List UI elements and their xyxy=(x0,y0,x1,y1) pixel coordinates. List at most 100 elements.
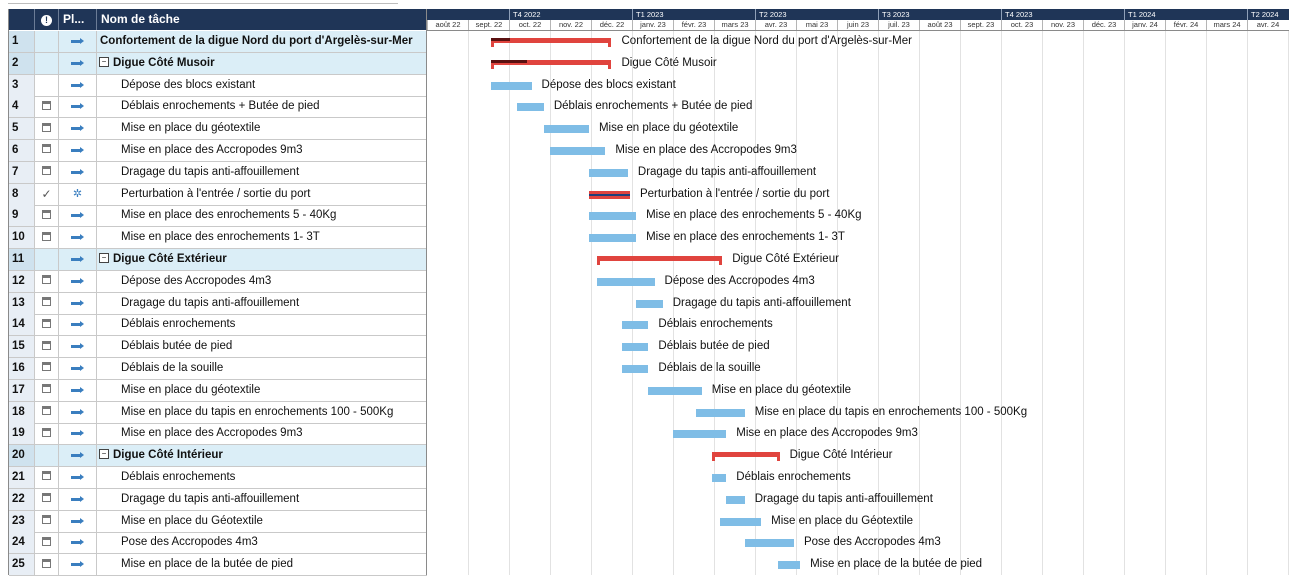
row-task-name[interactable]: Mise en place des enrochements 5 - 40Kg xyxy=(97,205,427,227)
bar-label: Mise en place des Accropodes 9m3 xyxy=(615,144,797,156)
task-bar[interactable] xyxy=(588,168,628,177)
row-task-name[interactable]: Perturbation à l'entrée / sortie du port xyxy=(97,183,427,205)
row-task-name[interactable]: Mise en place du géotextile xyxy=(97,379,427,401)
row-task-name[interactable]: Dragage du tapis anti-affouillement xyxy=(97,488,427,510)
task-bar[interactable] xyxy=(636,299,663,308)
table-row[interactable]: 9 Mise en place des enrochements 5 - 40Kg xyxy=(9,205,427,228)
row-task-name[interactable]: Déblais de la souille xyxy=(97,358,427,379)
table-row[interactable]: 22 Dragage du tapis anti-affouillement xyxy=(9,488,427,511)
row-task-name[interactable]: − Digue Côté Extérieur xyxy=(97,249,427,270)
row-task-name[interactable]: Mise en place des Accropodes 9m3 xyxy=(97,423,427,445)
summary-bar[interactable] xyxy=(490,59,612,69)
task-bar[interactable] xyxy=(777,561,801,570)
table-row[interactable]: 3 Dépose des blocs existant xyxy=(9,74,427,97)
month-label: déc. 22 xyxy=(591,20,632,30)
row-task-name[interactable]: Mise en place du Géotextile xyxy=(97,510,427,532)
auto-schedule-icon xyxy=(70,277,85,285)
collapse-icon[interactable]: − xyxy=(99,56,109,67)
table-row[interactable]: 18 Mise en place du tapis en enrochements… xyxy=(9,401,427,424)
table-row[interactable]: 8 ✓ ✲ Perturbation à l'entrée / sortie du p… xyxy=(9,183,427,206)
calendar-icon xyxy=(42,427,51,437)
row-indicator xyxy=(35,554,59,576)
task-bar[interactable] xyxy=(490,81,532,90)
header-task-name[interactable]: Nom de tâche xyxy=(97,9,427,30)
table-row[interactable]: 19 Mise en place des Accropodes 9m3 xyxy=(9,423,427,446)
collapse-icon[interactable]: − xyxy=(99,252,109,263)
table-row[interactable]: 5 Mise en place du géotextile xyxy=(9,118,427,141)
table-row[interactable]: 7 Dragage du tapis anti-affouillement xyxy=(9,161,427,184)
calendar-icon xyxy=(42,515,51,525)
row-id: 9 xyxy=(9,205,35,227)
task-bar[interactable] xyxy=(648,386,702,395)
row-task-name[interactable]: − Digue Côté Musoir xyxy=(97,52,427,74)
summary-bar[interactable] xyxy=(597,256,723,265)
row-task-name[interactable]: Mise en place du géotextile xyxy=(97,118,427,140)
header-id[interactable] xyxy=(9,9,35,30)
month-label: févr. 23 xyxy=(673,20,714,30)
calendar-icon xyxy=(42,166,51,176)
summary-bar[interactable] xyxy=(711,452,780,462)
table-row[interactable]: 24 Pose des Accropodes 4m3 xyxy=(9,532,427,555)
row-task-name[interactable]: Déblais enrochements xyxy=(97,314,427,336)
table-row[interactable]: 21 Déblais enrochements xyxy=(9,467,427,489)
table-row[interactable]: 25 Mise en place de la butée de pied xyxy=(9,554,427,576)
task-bar[interactable] xyxy=(621,321,649,330)
month-label: avr. 24 xyxy=(1247,20,1288,30)
row-task-name[interactable]: Dépose des Accropodes 4m3 xyxy=(97,270,427,292)
header-indicators[interactable]: ! xyxy=(35,9,59,30)
table-row[interactable]: 1 Confortement de la digue Nord du port d… xyxy=(9,31,427,53)
task-name-text: Déblais butée de pied xyxy=(121,340,233,353)
task-bar[interactable] xyxy=(695,408,745,417)
table-row[interactable]: 6 Mise en place des Accropodes 9m3 xyxy=(9,140,427,162)
task-bar[interactable] xyxy=(550,147,606,155)
perturbation-bar[interactable] xyxy=(588,190,630,199)
task-bar[interactable] xyxy=(621,343,649,352)
header-task-mode[interactable]: Pl... xyxy=(59,9,97,30)
table-row[interactable]: 13 Dragage du tapis anti-affouillement xyxy=(9,292,427,315)
row-task-name[interactable]: Dragage du tapis anti-affouillement xyxy=(97,292,427,314)
row-indicator xyxy=(35,74,59,96)
row-task-name[interactable]: Déblais enrochements xyxy=(97,467,427,488)
summary-bar[interactable] xyxy=(490,38,612,47)
task-bar[interactable] xyxy=(711,474,727,482)
task-bar[interactable] xyxy=(588,212,637,221)
table-row[interactable]: 14 Déblais enrochements xyxy=(9,314,427,337)
table-row[interactable]: 17 Mise en place du géotextile xyxy=(9,379,427,402)
table-row[interactable]: 23 Mise en place du Géotextile xyxy=(9,510,427,533)
row-task-name[interactable]: Mise en place de la butée de pied xyxy=(97,554,427,576)
row-task-name[interactable]: Déblais butée de pied xyxy=(97,336,427,358)
row-task-name[interactable]: Mise en place des enrochements 1- 3T xyxy=(97,227,427,249)
collapse-icon[interactable]: − xyxy=(99,449,109,460)
quarter-label: T3 2023 xyxy=(878,9,1001,20)
row-task-name[interactable]: Confortement de la digue Nord du port d'… xyxy=(97,31,427,52)
table-row[interactable]: 16 Déblais de la souille xyxy=(9,358,427,380)
task-bar[interactable] xyxy=(543,125,589,134)
gantt-timeline[interactable]: T4 2022 T1 2023 T2 2023 T3 2023 T4 2023 T1 20… xyxy=(426,9,1289,575)
task-bar[interactable] xyxy=(588,234,637,243)
task-bar[interactable] xyxy=(726,495,745,504)
table-row[interactable]: 15 Déblais butée de pied xyxy=(9,336,427,359)
table-row[interactable]: 20 − Digue Côté Intérieur xyxy=(9,445,427,468)
row-task-name[interactable]: − Digue Côté Intérieur xyxy=(97,445,427,467)
row-task-name[interactable]: Pose des Accropodes 4m3 xyxy=(97,532,427,554)
table-row[interactable]: 12 Dépose des Accropodes 4m3 xyxy=(9,270,427,293)
bar-label: Mise en place des Accropodes 9m3 xyxy=(736,427,918,440)
table-row[interactable]: 4 Déblais enrochements + Butée de pied xyxy=(9,96,427,119)
bar-label: Déblais enrochements xyxy=(736,471,851,483)
row-task-name[interactable]: Dragage du tapis anti-affouillement xyxy=(97,161,427,183)
table-row[interactable]: 11 − Digue Côté Extérieur xyxy=(9,249,427,271)
table-row[interactable]: 2 − Digue Côté Musoir xyxy=(9,52,427,75)
row-task-name[interactable]: Mise en place du tapis en enrochements 1… xyxy=(97,401,427,423)
task-bar[interactable] xyxy=(720,517,762,526)
task-bar[interactable] xyxy=(517,103,544,112)
row-task-name[interactable]: Mise en place des Accropodes 9m3 xyxy=(97,140,427,161)
task-bar[interactable] xyxy=(673,430,727,439)
task-bar[interactable] xyxy=(621,365,649,373)
row-task-mode xyxy=(59,336,97,358)
task-bar[interactable] xyxy=(597,277,655,286)
bar-label: Dragage du tapis anti-affouillement xyxy=(637,165,817,178)
row-task-name[interactable]: Déblais enrochements + Butée de pied xyxy=(97,96,427,118)
task-bar[interactable] xyxy=(744,539,794,548)
table-row[interactable]: 10 Mise en place des enrochements 1- 3T xyxy=(9,227,427,250)
row-task-name[interactable]: Dépose des blocs existant xyxy=(97,74,427,96)
